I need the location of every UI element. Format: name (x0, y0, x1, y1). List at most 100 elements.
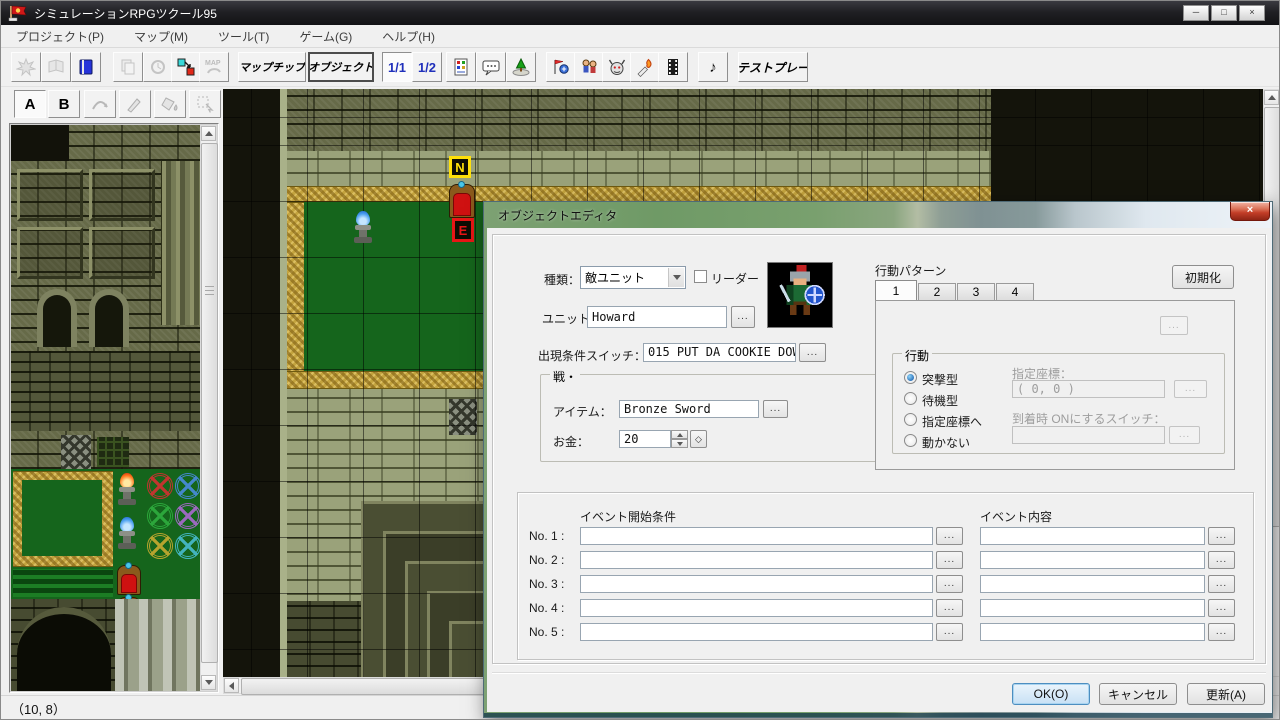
palette-magic-circle-blue[interactable] (175, 473, 201, 499)
pattern-tab-3[interactable]: 3 (957, 283, 995, 300)
menu-game[interactable]: ゲーム(G) (284, 28, 367, 45)
palette-gold-room-tile[interactable] (13, 471, 113, 567)
event-content-browse-5[interactable]: ... (1208, 623, 1235, 641)
palette-wall-panel[interactable] (17, 169, 83, 221)
event-content-browse-3[interactable]: ... (1208, 575, 1235, 593)
map-scroll-left-button[interactable] (224, 678, 239, 693)
enemy-unit-marker[interactable]: E (452, 218, 474, 242)
database-button[interactable] (446, 52, 476, 82)
palette-throne-tile[interactable] (117, 565, 141, 595)
party-button[interactable] (574, 52, 604, 82)
pattern-browse-button[interactable]: ... (1160, 316, 1188, 335)
copy-button[interactable] (113, 52, 143, 82)
unit-button[interactable] (546, 52, 576, 82)
radio-wait-type[interactable] (904, 392, 917, 405)
maximize-button[interactable]: □ (1211, 5, 1237, 21)
event-content-field-3[interactable] (980, 575, 1205, 593)
radio-goto-coord[interactable] (904, 413, 917, 426)
spin-up-icon[interactable] (671, 430, 688, 439)
event-condition-field-4[interactable] (580, 599, 933, 617)
radio-no-move[interactable] (904, 434, 917, 447)
unit-type-select[interactable]: 敵ユニット (580, 266, 686, 289)
event-condition-field-1[interactable] (580, 527, 933, 545)
unit-name-field[interactable]: Howard (587, 306, 727, 328)
cancel-button[interactable]: キャンセル (1099, 683, 1177, 705)
spin-down-icon[interactable] (671, 439, 688, 448)
palette-magic-circle-cyan[interactable] (175, 533, 201, 559)
money-field[interactable]: 20 (619, 430, 671, 448)
event-condition-browse-2[interactable]: ... (936, 551, 963, 569)
initialize-button[interactable]: 初期化 (1172, 265, 1234, 289)
palette-magic-circle-yellow[interactable] (147, 533, 173, 559)
palette-dark-arch-tile[interactable] (17, 607, 111, 691)
money-stepper[interactable] (671, 430, 688, 448)
throne-sprite[interactable] (449, 184, 475, 218)
event-condition-browse-1[interactable]: ... (936, 527, 963, 545)
menu-project[interactable]: プロジェクト(P) (1, 28, 119, 45)
layer-a-button[interactable]: A (14, 90, 46, 118)
event-content-browse-1[interactable]: ... (1208, 527, 1235, 545)
arrive-switch-browse-button[interactable]: ... (1169, 426, 1200, 444)
palette-magic-circle-purple[interactable] (175, 503, 201, 529)
appear-switch-field[interactable]: 015 PUT DA COOKIE DOWN (643, 343, 796, 362)
menu-help[interactable]: ヘルプ(H) (367, 28, 450, 45)
event-content-field-4[interactable] (980, 599, 1205, 617)
event-content-browse-4[interactable]: ... (1208, 599, 1235, 617)
terrain-button[interactable] (506, 52, 536, 82)
pattern-tab-4[interactable]: 4 (996, 283, 1034, 300)
zoom-half-button[interactable]: 1/2 (412, 52, 442, 82)
message-button[interactable] (476, 52, 506, 82)
item-browse-button[interactable]: ... (763, 400, 788, 418)
npc-unit-marker[interactable]: N (449, 156, 471, 178)
palette-stairs-tile[interactable] (13, 569, 113, 597)
palette-white-pillar-tile[interactable] (115, 599, 201, 691)
radio-charge-type[interactable] (904, 371, 917, 384)
history-button[interactable] (143, 52, 173, 82)
coord-field[interactable]: ( 0, 0 ) (1012, 380, 1165, 398)
close-button[interactable]: × (1239, 5, 1265, 21)
menu-map[interactable]: マップ(M) (119, 28, 203, 45)
item-field[interactable]: Bronze Sword (619, 400, 759, 418)
mapchip-mode-button[interactable]: マップチップ (238, 52, 306, 82)
ok-button[interactable]: OK(O) (1012, 683, 1090, 705)
object-mode-button[interactable]: オブジェクト (308, 52, 374, 82)
unit-browse-button[interactable]: ... (731, 306, 755, 328)
palette-magic-circle-green[interactable] (147, 503, 173, 529)
pattern-tab-1[interactable]: 1 (875, 280, 917, 300)
save-button[interactable] (71, 52, 101, 82)
event-condition-browse-5[interactable]: ... (936, 623, 963, 641)
music-button[interactable]: ♪ (698, 52, 728, 82)
chevron-down-icon[interactable] (668, 268, 684, 287)
palette-pillar-tile[interactable] (161, 161, 201, 325)
dialog-close-button[interactable]: × (1230, 202, 1270, 221)
event-content-browse-2[interactable]: ... (1208, 551, 1235, 569)
menu-tool[interactable]: ツール(T) (203, 28, 284, 45)
palette-wall-panel[interactable] (89, 227, 155, 279)
palette-spikes-tile[interactable] (61, 435, 91, 469)
palette-wall-panel[interactable] (17, 227, 83, 279)
torch-sprite[interactable] (353, 211, 375, 245)
palette-blank-tile[interactable] (11, 125, 69, 161)
palette-scroll-down-button[interactable] (201, 675, 216, 690)
event-condition-field-2[interactable] (580, 551, 933, 569)
event-content-field-1[interactable] (980, 527, 1205, 545)
event-condition-field-3[interactable] (580, 575, 933, 593)
palette-arch-tile[interactable] (89, 289, 129, 347)
palette-scroll-thumb[interactable] (201, 143, 218, 663)
new-map-button[interactable] (11, 52, 41, 82)
pen-tool-button[interactable] (119, 90, 151, 118)
map-scroll-up-button[interactable] (1264, 90, 1279, 105)
event-content-field-5[interactable] (980, 623, 1205, 641)
select-tool-button[interactable] (189, 90, 221, 118)
money-extra-button[interactable]: ◇ (690, 430, 707, 448)
testplay-button[interactable]: テストプレー (738, 52, 808, 82)
event-condition-field-5[interactable] (580, 623, 933, 641)
minimize-button[interactable]: ─ (1183, 5, 1209, 21)
palette-scroll-up-button[interactable] (201, 126, 216, 141)
event-condition-browse-3[interactable]: ... (936, 575, 963, 593)
map-move-button[interactable]: MAP (199, 52, 229, 82)
arrive-switch-field[interactable] (1012, 426, 1165, 444)
event-content-field-2[interactable] (980, 551, 1205, 569)
update-button[interactable]: 更新(A) (1187, 683, 1265, 705)
palette-scrollbar[interactable] (200, 125, 217, 691)
